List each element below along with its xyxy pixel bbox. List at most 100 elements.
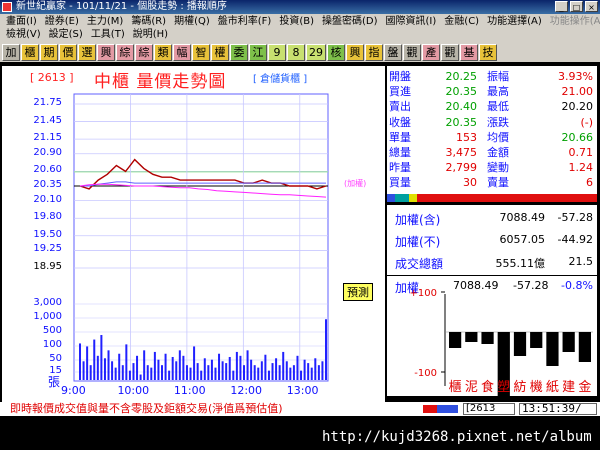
toolbar-button[interactable]: 9 <box>268 43 286 61</box>
volume-bar <box>86 346 89 380</box>
maximize-button[interactable]: □ <box>570 1 583 12</box>
volume-bar <box>153 351 156 380</box>
status-flags <box>423 405 458 413</box>
menu-item[interactable]: 期權(Q) <box>170 15 214 28</box>
volume-bar <box>161 365 163 380</box>
menu-item[interactable]: 設定(S) <box>45 28 87 41</box>
toolbar-button[interactable]: 江 <box>249 43 267 61</box>
volume-bar <box>214 367 217 380</box>
quote-value: (-) <box>580 115 593 129</box>
menu-item[interactable]: 工具(T) <box>87 28 129 41</box>
menu-item[interactable]: 操盤密碼(D) <box>318 15 382 28</box>
toolbar-button[interactable]: 期 <box>40 43 58 61</box>
quote-label: 賣出 <box>389 100 411 114</box>
index-line-label: (加權) <box>344 179 367 188</box>
volume-bar <box>225 363 228 380</box>
toolbar-button[interactable]: 核 <box>327 43 345 61</box>
volume-bar <box>243 365 245 380</box>
toolbar-button[interactable]: 權 <box>211 43 229 61</box>
menu-item[interactable]: 功能選擇(A) <box>483 15 546 28</box>
status-flag <box>430 405 437 413</box>
menu-item[interactable]: 投資(B) <box>275 15 318 28</box>
price-tick-label: 21.45 <box>33 114 62 126</box>
price-tick-label: 20.10 <box>33 193 62 205</box>
toolbar-button[interactable]: 興 <box>97 43 115 61</box>
volume-bar <box>271 363 274 380</box>
menu-item[interactable]: 功能操作(A) <box>546 15 600 28</box>
sector-tick-label: +100 <box>410 288 437 299</box>
menu-item[interactable]: 盤市利率(F) <box>214 15 276 28</box>
ratio-segment <box>417 194 597 202</box>
menu-item[interactable]: 說明(H) <box>129 28 172 41</box>
toolbar-button[interactable]: 技 <box>479 43 497 61</box>
menu-item[interactable]: 畫面(I) <box>2 15 41 28</box>
menu-item[interactable]: 主力(M) <box>83 15 127 28</box>
toolbar-button[interactable]: 盤 <box>384 43 402 61</box>
menu-item[interactable]: 國際資訊(I) <box>382 15 441 28</box>
quote-value: 0.71 <box>568 146 594 159</box>
toolbar-button[interactable]: 指 <box>365 43 383 61</box>
index-label: 加權(含) <box>395 213 441 227</box>
ratio-segment <box>395 194 409 202</box>
toolbar-button[interactable]: 觀 <box>441 43 459 61</box>
quote-value: 153 <box>456 130 477 144</box>
volume-bar <box>235 351 238 380</box>
index-row: 加權(含) 7088.49 -57.28 <box>387 211 597 233</box>
toolbar-button[interactable]: 產 <box>422 43 440 61</box>
volume-bar <box>178 350 181 380</box>
ratio-segment <box>387 194 395 202</box>
sector-category-label: 食 <box>481 379 494 395</box>
volume-tick-label: 1,000 <box>33 311 62 322</box>
stock-code-input[interactable]: [2613 <box>463 403 515 415</box>
volume-bar <box>232 370 235 380</box>
time-tick-label: 11:00 <box>173 384 206 397</box>
quote-label: 買進 <box>389 85 411 99</box>
index-change: -44.92 <box>557 233 593 246</box>
quote-row: 買量 30 賣量 6 <box>387 176 597 189</box>
quote-row: 買進 20.35 最高 21.00 <box>387 85 597 98</box>
toolbar-button[interactable]: 選 <box>78 43 96 61</box>
toolbar-button[interactable]: 29 <box>306 43 326 61</box>
close-button[interactable]: × <box>585 1 598 12</box>
menu-item[interactable]: 金融(C) <box>440 15 483 28</box>
minimize-button[interactable]: _ <box>555 1 568 12</box>
toolbar-button[interactable]: 綜 <box>116 43 134 61</box>
volume-bar <box>203 358 206 380</box>
sector-bar <box>449 332 462 348</box>
toolbar-button[interactable]: 興 <box>346 43 364 61</box>
time-tick-label: 13:00 <box>286 384 319 397</box>
volume-bar <box>136 355 139 380</box>
toolbar-button[interactable]: 類 <box>154 43 172 61</box>
toolbar-button[interactable]: 加 <box>2 43 20 61</box>
index-change: 21.5 <box>568 255 594 268</box>
toolbar-button[interactable]: 價 <box>59 43 77 61</box>
price-tick-label: 20.60 <box>33 164 62 176</box>
toolbar-button[interactable]: 基 <box>460 43 478 61</box>
index-value: 6057.05 <box>499 233 546 246</box>
toolbar-button[interactable]: 智 <box>192 43 210 61</box>
toolbar-button[interactable]: 幅 <box>173 43 191 61</box>
quote-value: 6 <box>586 176 593 190</box>
volume-bar <box>278 365 281 380</box>
toolbar-button[interactable]: 綜 <box>135 43 153 61</box>
status-flag <box>437 405 444 413</box>
toolbar-button[interactable]: 8 <box>287 43 305 61</box>
forecast-button[interactable]: 預測 <box>343 283 373 301</box>
quote-label: 均價 <box>487 130 509 144</box>
quote-label: 昨量 <box>389 161 411 175</box>
toolbar-button[interactable]: 櫃 <box>21 43 39 61</box>
toolbar-button[interactable]: 委 <box>230 43 248 61</box>
toolbar-button[interactable]: 觀 <box>403 43 421 61</box>
bid-ask-ratio-bar <box>387 194 597 202</box>
quote-panel: 開盤 20.25 振幅 3.93% 買進 20.35 最高 21.00 賣出 20.40 最低 20.… <box>387 66 597 194</box>
menu-item[interactable]: 證券(E) <box>41 15 83 28</box>
app-icon <box>2 2 12 12</box>
menu-bar: 畫面(I) 證券(E) 主力(M) 籌碼(R) 期權(Q) 盤市利率(F) 投資(B) 操盤密… <box>0 14 600 42</box>
menu-item[interactable]: 檢視(V) <box>2 28 45 41</box>
sector-panel: 加權 7088.49 -57.28 -0.8% +200+100-100-200… <box>387 276 597 396</box>
volume-bar <box>157 359 160 380</box>
volume-bar <box>228 356 231 380</box>
volume-bar <box>303 359 306 380</box>
menu-item[interactable]: 籌碼(R) <box>127 15 170 28</box>
volume-bar <box>325 319 327 380</box>
